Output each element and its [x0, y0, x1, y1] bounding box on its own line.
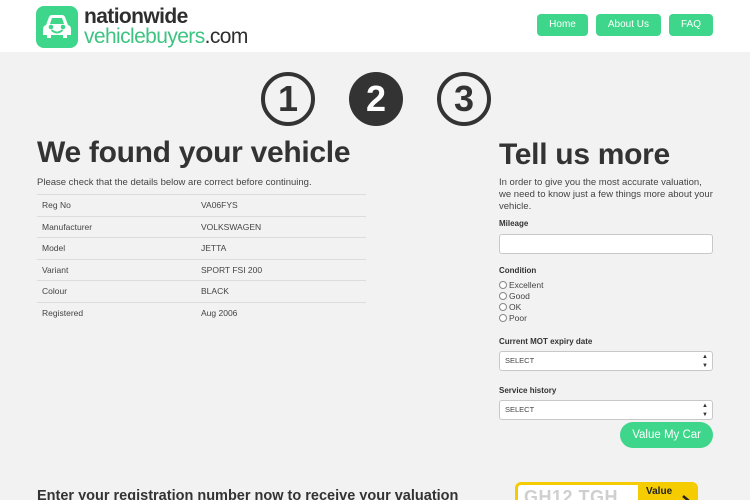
mot-select[interactable]: SELECT ▲ ▼: [499, 351, 713, 371]
table-row: Reg No VA06FYS: [37, 194, 366, 216]
mot-select-value: SELECT: [505, 356, 535, 365]
found-title: We found your vehicle: [37, 136, 351, 169]
radio-label: Excellent: [509, 279, 544, 290]
registration-input[interactable]: GH12 TGH: [524, 485, 618, 500]
mot-label: Current MOT expiry date: [499, 337, 593, 346]
logo-line1: nationwide: [84, 5, 188, 28]
radio-ok[interactable]: [499, 302, 507, 311]
registration-heading: Enter your registration number now to re…: [37, 488, 459, 500]
row-label: Model: [37, 237, 201, 259]
value-my-car-button[interactable]: Value My Car: [620, 422, 713, 448]
mileage-label: Mileage: [499, 219, 529, 228]
select-arrows-icon: ▲ ▼: [702, 403, 708, 418]
row-label: Colour: [37, 280, 201, 302]
site-header: nationwide vehiclebuyers.com Home About …: [0, 0, 750, 52]
radio-label: OK: [509, 301, 522, 312]
value-button-label: Value: [646, 486, 673, 497]
table-row: Manufacturer VOLKSWAGEN: [37, 215, 366, 238]
logo-line2: vehiclebuyers: [84, 25, 205, 48]
radio-excellent[interactable]: [499, 280, 507, 289]
nav-home-button[interactable]: Home: [537, 14, 588, 36]
step-indicator: 1 2 3: [261, 72, 491, 126]
row-value: VA06FYS: [201, 194, 366, 216]
more-form: Tell us more In order to give you the mo…: [499, 138, 713, 448]
condition-option[interactable]: Good: [499, 290, 713, 301]
car-logo-icon: [36, 6, 78, 48]
step-2-current: 2: [349, 72, 403, 126]
registration-plate-form: GH12 TGH Value: [515, 482, 698, 500]
radio-label: Poor: [509, 312, 527, 323]
row-value: SPORT FSI 200: [201, 258, 366, 281]
chevron-right-icon: [682, 495, 690, 500]
row-label: Manufacturer: [37, 215, 201, 238]
site-logo[interactable]: nationwide vehiclebuyers.com: [36, 6, 248, 48]
main-nav: Home About Us FAQ: [537, 14, 713, 36]
row-value: Aug 2006: [201, 301, 366, 324]
more-title: Tell us more: [499, 138, 670, 171]
table-row: Variant SPORT FSI 200: [37, 258, 366, 281]
row-value: BLACK: [201, 280, 366, 302]
nav-about-button[interactable]: About Us: [595, 14, 661, 36]
found-intro: Please check that the details below are …: [37, 177, 312, 188]
table-row: Colour BLACK: [37, 280, 366, 302]
logo-tld: .com: [204, 25, 249, 48]
row-label: Registered: [37, 301, 201, 324]
table-row: Registered Aug 2006: [37, 301, 366, 324]
nav-faq-button[interactable]: FAQ: [668, 14, 713, 36]
row-value: JETTA: [201, 237, 366, 259]
radio-poor[interactable]: [499, 313, 507, 322]
more-intro: In order to give you the most accurate v…: [499, 177, 713, 212]
table-row: Model JETTA: [37, 237, 366, 259]
service-select-value: SELECT: [505, 405, 535, 414]
condition-label: Condition: [499, 266, 537, 275]
condition-radio-group: Excellent Good OK Poor: [499, 279, 713, 323]
condition-option[interactable]: Excellent: [499, 279, 713, 290]
vehicle-details-table: Reg No VA06FYS Manufacturer VOLKSWAGEN Mod…: [37, 194, 366, 324]
condition-option[interactable]: OK: [499, 301, 713, 312]
mileage-input[interactable]: [499, 234, 713, 254]
service-select[interactable]: SELECT ▲ ▼: [499, 400, 713, 420]
value-button[interactable]: Value: [638, 485, 695, 500]
condition-option[interactable]: Poor: [499, 312, 713, 323]
row-label: Reg No: [37, 194, 201, 216]
step-1: 1: [261, 72, 315, 126]
radio-good[interactable]: [499, 291, 507, 300]
step-3: 3: [437, 72, 491, 126]
select-arrows-icon: ▲ ▼: [702, 354, 708, 369]
row-label: Variant: [37, 258, 201, 281]
service-label: Service history: [499, 386, 557, 395]
radio-label: Good: [509, 290, 530, 301]
row-value: VOLKSWAGEN: [201, 215, 366, 238]
